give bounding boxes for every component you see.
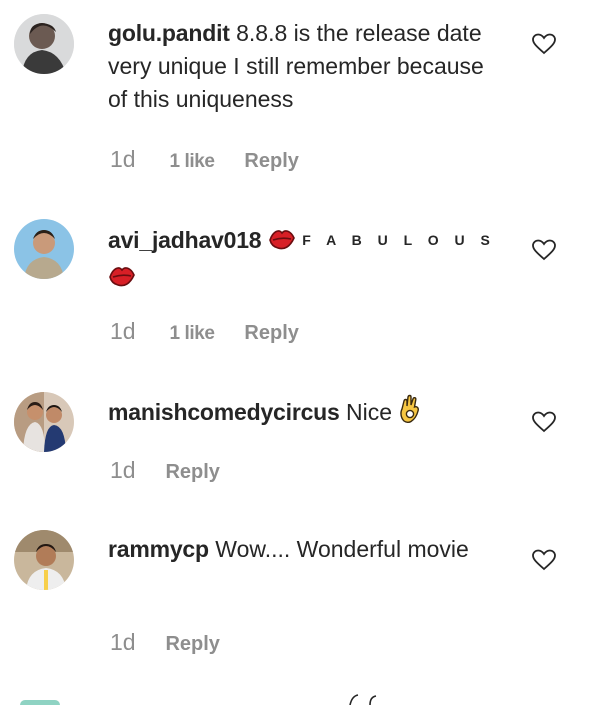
avatar (20, 700, 60, 705)
comment-likes[interactable]: 1 like (169, 323, 215, 345)
comment-username[interactable]: avi_jadhav018 (108, 227, 262, 253)
heart-outline-icon[interactable] (532, 239, 556, 261)
comment-text: rammycp Wow.... Wonderful movie (108, 533, 508, 566)
lips-emoji-icon (268, 226, 296, 261)
comment-meta: 1d Reply (110, 629, 220, 656)
comment-username[interactable]: manishcomedycircus (108, 399, 340, 425)
comment-body: avi_jadhav018 F A B U L O U S (108, 224, 508, 298)
decorative-text: F A B U L O U S (302, 232, 496, 248)
reply-button[interactable]: Reply (244, 322, 298, 345)
heart-outline-icon[interactable] (532, 411, 556, 433)
comment-meta: 1d 1 like Reply (110, 146, 299, 173)
comment-message: Nice (346, 399, 393, 425)
comment-time[interactable]: 1d (110, 146, 136, 173)
reply-button[interactable]: Reply (165, 461, 219, 484)
comment-body: golu.pandit 8.8.8 is the release date ve… (108, 17, 508, 116)
comment-meta: 1d 1 like Reply (110, 318, 299, 345)
reply-button[interactable]: Reply (165, 633, 219, 656)
comment-body: manishcomedycircus Nice (108, 394, 508, 433)
heart-outline-icon[interactable] (532, 549, 556, 571)
lips-emoji-icon (108, 263, 136, 298)
comment-time[interactable]: 1d (110, 318, 136, 345)
avatar[interactable] (14, 14, 74, 74)
comment-text: manishcomedycircus Nice (108, 394, 508, 433)
comment-username[interactable]: golu.pandit (108, 20, 230, 46)
avatar[interactable] (14, 219, 74, 279)
comment-body: rammycp Wow.... Wonderful movie (108, 533, 508, 566)
comment-likes[interactable]: 1 like (169, 151, 215, 173)
comment-text: golu.pandit 8.8.8 is the release date ve… (108, 17, 508, 116)
truncated-comment-text (349, 694, 377, 705)
avatar[interactable] (14, 530, 74, 590)
comment-text: avi_jadhav018 F A B U L O U S (108, 224, 508, 298)
comment-time[interactable]: 1d (110, 457, 136, 484)
comment-time[interactable]: 1d (110, 629, 136, 656)
avatar[interactable] (14, 392, 74, 452)
comment-meta: 1d Reply (110, 457, 220, 484)
comment-username[interactable]: rammycp (108, 536, 209, 562)
heart-outline-icon[interactable] (532, 33, 556, 55)
reply-button[interactable]: Reply (244, 150, 298, 173)
comment-message: Wow.... Wonderful movie (215, 536, 469, 562)
ok-hand-emoji-icon (398, 394, 422, 433)
